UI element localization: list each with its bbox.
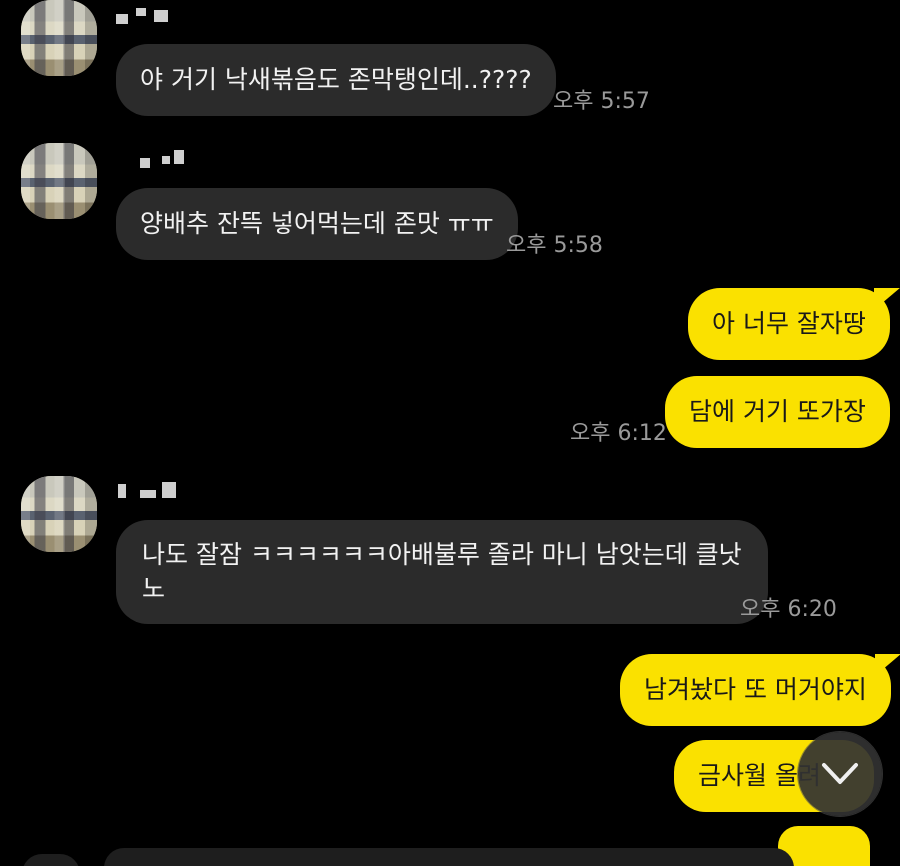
message-bubble-outgoing[interactable]: 아 너무 잘자땅 bbox=[688, 288, 890, 360]
message-text: 야 거기 낙새볶음도 존막탱인데..???? bbox=[140, 65, 532, 94]
message-text: 남겨놨다 또 머거야지 bbox=[644, 675, 867, 704]
message-input-bar bbox=[0, 846, 900, 866]
message-bubble-incoming[interactable]: 나도 잘잠 ㅋㅋㅋㅋㅋㅋ아배불루 졸라 마니 남앗는데 클낫 노 bbox=[116, 520, 768, 624]
sender-name-blurred bbox=[140, 148, 190, 176]
sender-avatar[interactable] bbox=[21, 0, 97, 76]
plus-icon[interactable] bbox=[22, 854, 80, 866]
sender-avatar[interactable] bbox=[21, 476, 97, 552]
chevron-down-icon bbox=[822, 763, 858, 784]
message-timestamp: 오후 5:58 bbox=[506, 233, 603, 258]
scroll-to-bottom-button[interactable] bbox=[798, 732, 882, 816]
message-bubble-outgoing[interactable]: 남겨놨다 또 머거야지 bbox=[620, 654, 891, 726]
message-bubble-outgoing[interactable]: 담에 거기 또가장 bbox=[665, 376, 890, 448]
message-timestamp: 오후 5:57 bbox=[553, 89, 650, 114]
sender-name-blurred bbox=[118, 478, 188, 506]
message-input[interactable] bbox=[104, 848, 794, 866]
message-text: 양배추 잔뜩 넣어먹는데 존맛 ㅠㅠ bbox=[140, 209, 494, 238]
message-bubble-incoming[interactable]: 양배추 잔뜩 넣어먹는데 존맛 ㅠㅠ bbox=[116, 188, 518, 260]
message-text: 담에 거기 또가장 bbox=[689, 397, 866, 426]
message-bubble-incoming[interactable]: 야 거기 낙새볶음도 존막탱인데..???? bbox=[116, 44, 556, 116]
message-timestamp: 오후 6:20 bbox=[740, 597, 837, 622]
sender-avatar[interactable] bbox=[21, 143, 97, 219]
message-text: 아 너무 잘자땅 bbox=[712, 309, 866, 338]
message-text: 나도 잘잠 ㅋㅋㅋㅋㅋㅋ아배불루 졸라 마니 남앗는데 클낫 bbox=[142, 540, 742, 569]
message-text: 노 bbox=[142, 574, 166, 603]
message-timestamp: 오후 6:12 bbox=[570, 421, 667, 446]
sender-name-blurred bbox=[116, 4, 186, 32]
chat-room: 야 거기 낙새볶음도 존막탱인데..???? 오후 5:57 양배추 잔뜩 넣어… bbox=[0, 0, 900, 866]
